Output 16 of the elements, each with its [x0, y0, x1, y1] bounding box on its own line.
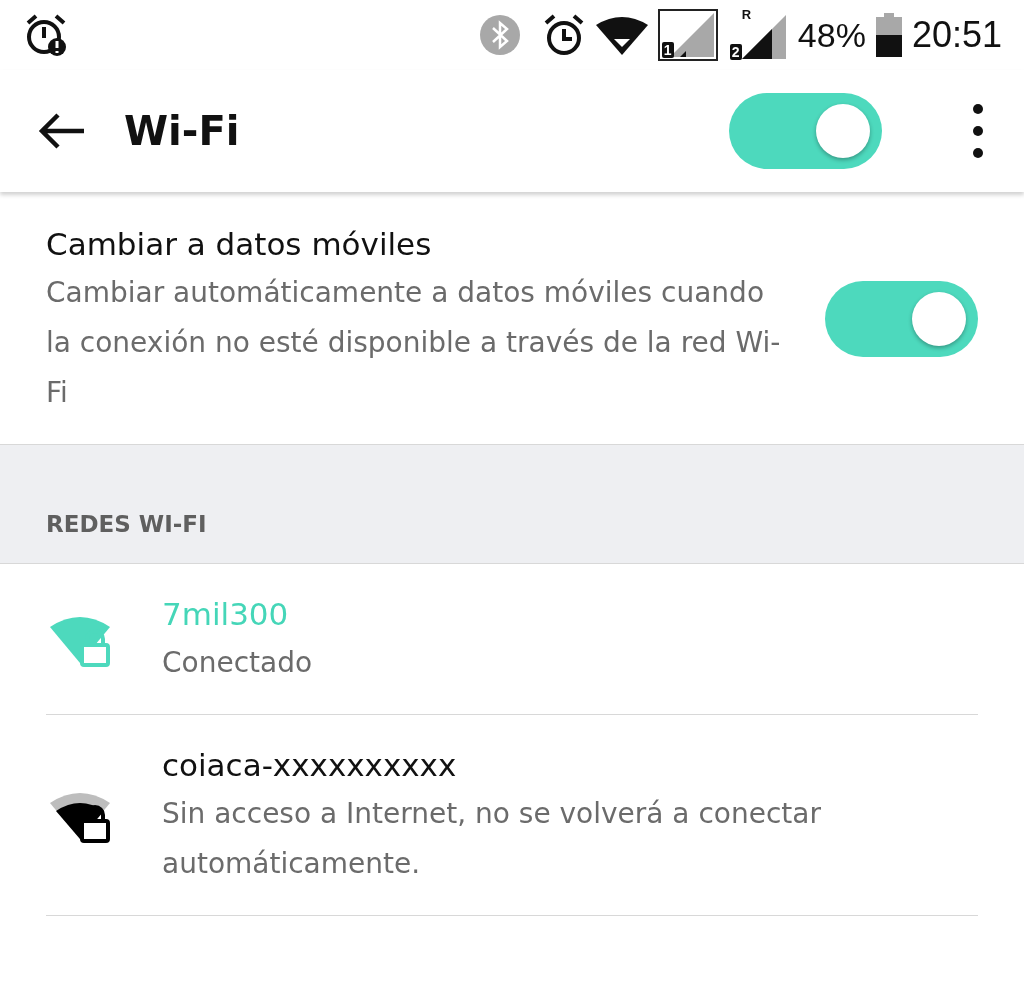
network-status: Sin acceso a Internet, no se volverá a conectar automáticamente.	[162, 796, 822, 882]
back-button[interactable]	[38, 111, 86, 151]
network-name[interactable]: coiaca-xxxxxxxxxx	[162, 741, 978, 789]
sim-signal-icon: 1	[657, 9, 718, 61]
wifi-icon	[595, 15, 648, 55]
setting-description: Cambiar automáticamente a datos móviles cuando la conexión no esté disponible a través de la red Wi-Fi	[46, 275, 782, 411]
alarm-warning-icon	[24, 13, 68, 57]
section-header: REDES WI-FI	[46, 511, 207, 537]
battery-percentage: 48%	[797, 15, 866, 55]
bluetooth-icon	[477, 13, 522, 57]
setting-title: Cambiar a datos móviles	[46, 225, 433, 264]
network-status: Conectado	[162, 645, 314, 681]
battery-icon	[875, 13, 902, 57]
status-time: 20:51	[911, 14, 1002, 56]
more-options-button[interactable]	[972, 101, 984, 161]
toolbar-title: Wi-Fi	[124, 108, 241, 154]
